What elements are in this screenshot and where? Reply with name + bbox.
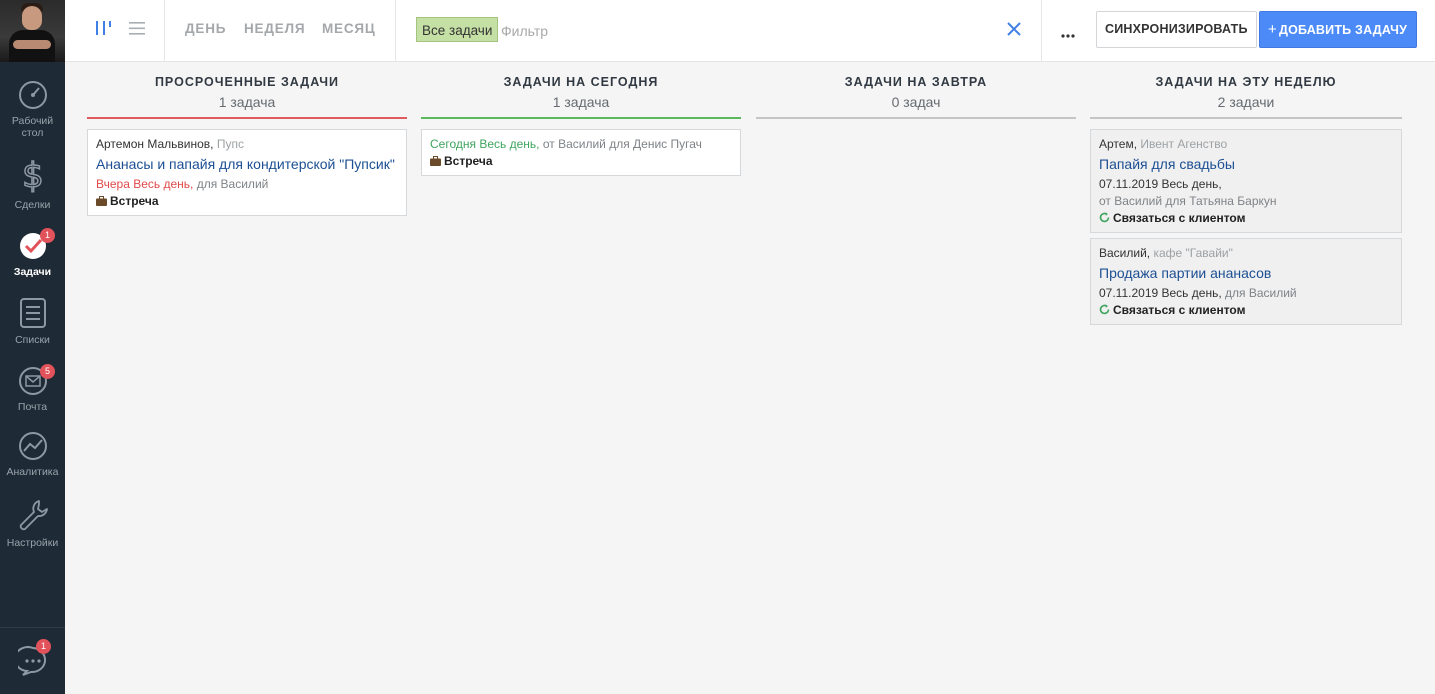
task-company[interactable]: кафе "Гавайи" [1153,246,1232,260]
divider [395,0,396,61]
svg-text:$: $ [22,158,44,194]
sidebar-item-label: Почта [17,401,48,413]
sidebar-item-settings[interactable]: Настройки [0,498,65,549]
task-due: 07.11.2019 Весь день, [1099,286,1222,300]
column-this-week: ЗАДАЧИ НА ЭТУ НЕДЕЛЮ 2 задачи Артем, Иве… [1090,75,1402,325]
sidebar-item-label: Сделки [14,199,51,211]
dollar-icon: $ [21,158,44,194]
column-overdue: ПРОСРОЧЕННЫЕ ЗАДАЧИ 1 задача Артемон Мал… [87,75,407,216]
briefcase-icon [96,196,107,206]
period-week-tab[interactable]: НЕДЕЛЯ [244,21,305,36]
sidebar-item-label: Списки [15,334,50,346]
column-count: 2 задачи [1217,94,1275,110]
column-underline [87,117,407,119]
sidebar-item-mail[interactable]: Почта 5 [0,364,65,413]
task-card[interactable]: Артем, Ивент Агенство Папайя для свадьбы… [1090,129,1402,233]
task-company[interactable]: Пупс [217,137,244,151]
column-underline [756,117,1076,119]
task-contact-line: Артемон Мальвинов, Пупс [96,137,244,151]
task-due-line: 07.11.2019 Весь день, для Василий [1099,285,1393,302]
clear-filter-button[interactable] [1006,21,1022,42]
task-meta: от Василий для Татьяна Баркун [1099,194,1277,208]
add-task-label: ДОБАВИТЬ ЗАДАЧУ [1278,23,1408,37]
task-due-line: Вчера Весь день, для Василий [96,176,398,193]
sidebar-item-analytics[interactable]: Аналитика [0,431,65,478]
sync-button[interactable]: СИНХРОНИЗИРОВАТЬ [1096,11,1257,48]
task-contact-line: Василий, кафе "Гавайи" [1099,246,1233,260]
column-underline [1090,117,1402,119]
close-icon [1007,22,1021,36]
task-contact[interactable]: Артем [1099,137,1134,151]
task-company[interactable]: Ивент Агенство [1140,137,1227,151]
more-options-button[interactable] [1060,26,1076,44]
mail-badge: 5 [40,364,55,379]
column-title: ЗАДАЧИ НА СЕГОДНЯ [503,75,659,89]
list-icon [19,298,46,328]
divider [1041,0,1042,61]
sidebar-item-label: Рабочий стол [11,115,54,139]
task-due: 07.11.2019 Весь день, [1099,177,1222,191]
task-meta: для Василий [1225,286,1297,300]
column-today: ЗАДАЧИ НА СЕГОДНЯ 1 задача Сегодня Весь … [421,75,741,176]
top-bar: ДЕНЬ НЕДЕЛЯ МЕСЯЦ Все задачи СИНХРОНИЗИР… [65,0,1435,62]
divider [164,0,165,61]
refresh-icon [1099,304,1110,315]
chat-button[interactable]: 1 [0,639,65,681]
task-meta: для Василий [196,177,269,191]
column-count: 1 задача [552,94,610,110]
task-type: Встреча [96,193,398,210]
list-view-icon [129,22,145,35]
sidebar-item-tasks[interactable]: Задачи 1 [0,228,65,278]
sidebar-item-label: Настройки [6,537,59,549]
tasks-badge: 1 [40,228,55,243]
column-count: 0 задач [891,94,941,110]
column-title: ЗАДАЧИ НА ЗАВТРА [844,75,988,89]
plus-icon: + [1268,21,1277,38]
user-avatar[interactable] [0,0,65,62]
column-tomorrow: ЗАДАЧИ НА ЗАВТРА 0 задач [756,75,1076,119]
task-type: Встреча [430,153,732,170]
task-title-link[interactable]: Продажа партии ананасов [1099,263,1393,283]
column-count: 1 задача [218,94,276,110]
column-title: ПРОСРОЧЕННЫЕ ЗАДАЧИ [154,75,340,89]
dashboard-icon [18,81,47,109]
task-card[interactable]: Артемон Мальвинов, Пупс Ананасы и папайя… [87,129,407,216]
task-title-link[interactable]: Папайя для свадьбы [1099,154,1393,174]
chat-badge: 1 [36,639,51,654]
analytics-icon [18,432,47,460]
sidebar-item-label: Аналитика [6,466,59,478]
briefcase-icon [430,156,441,166]
task-type: Связаться с клиентом [1099,302,1393,319]
sidebar-item-deals[interactable]: $ Сделки [0,158,65,211]
period-month-tab[interactable]: МЕСЯЦ [322,21,376,36]
task-title-link[interactable]: Ананасы и папайя для кондитерской "Пупси… [96,154,398,174]
task-card[interactable]: Сегодня Весь день, от Василий для Денис … [421,129,741,176]
period-day-tab[interactable]: ДЕНЬ [185,21,226,36]
task-contact[interactable]: Артемон Мальвинов [96,137,210,151]
sidebar-divider [0,627,65,628]
column-title: ЗАДАЧИ НА ЭТУ НЕДЕЛЮ [1155,75,1337,89]
columns-view-icon [96,21,111,35]
column-underline [421,117,741,119]
filter-input[interactable] [499,19,983,43]
sidebar-item-dashboard[interactable]: Рабочий стол [0,80,65,139]
task-meta: от Василий для Денис Пугач [542,137,702,151]
task-due: Сегодня Весь день, [430,137,540,151]
wrench-icon [19,500,48,531]
task-contact-line: Артем, Ивент Агенство [1099,137,1228,151]
refresh-icon [1099,212,1110,223]
pipeline-view-button[interactable] [95,18,113,43]
more-dots-icon [1061,34,1075,38]
task-due: Вчера Весь день, [96,177,194,191]
sidebar-item-lists[interactable]: Списки [0,297,65,346]
task-due-line: Сегодня Весь день, от Василий для Денис … [430,136,732,153]
task-contact[interactable]: Василий [1099,246,1147,260]
filter-chip-all-tasks[interactable]: Все задачи [416,17,499,42]
sidebar-item-label: Задачи [13,266,52,278]
sidebar: Рабочий стол $ Сделки Задачи 1 Списки По… [0,0,65,694]
task-type: Связаться с клиентом [1099,210,1393,227]
add-task-button[interactable]: + ДОБАВИТЬ ЗАДАЧУ [1259,11,1418,48]
list-view-button[interactable] [128,18,146,43]
task-card[interactable]: Василий, кафе "Гавайи" Продажа партии ан… [1090,238,1402,325]
